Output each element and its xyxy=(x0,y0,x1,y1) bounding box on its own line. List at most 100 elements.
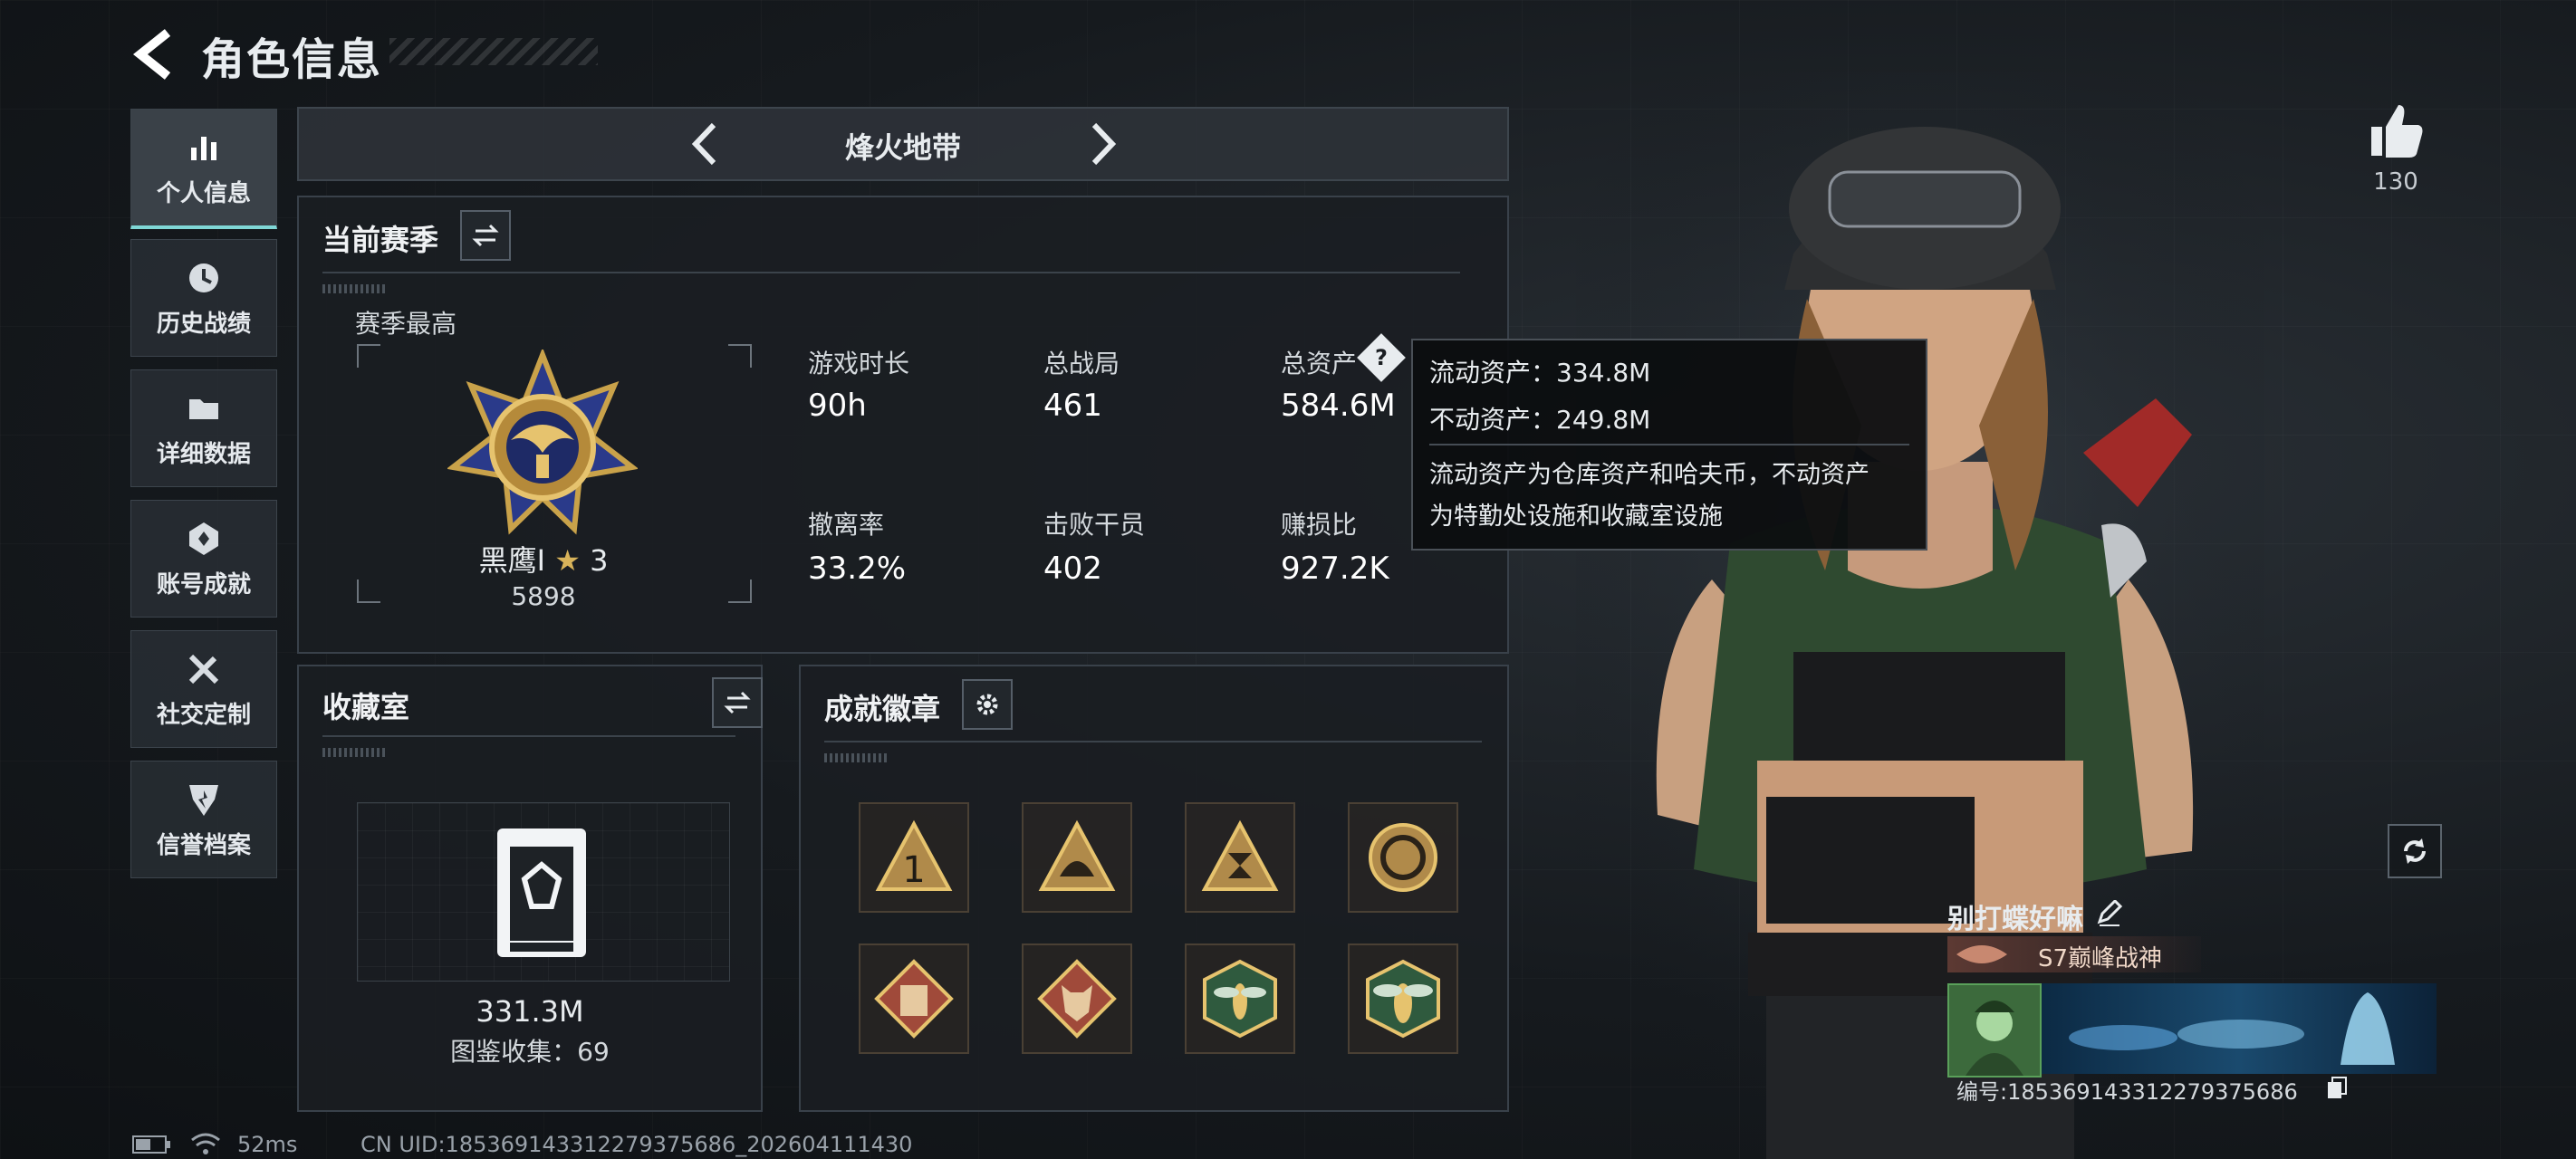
stat-value-operators-defeated: 402 xyxy=(1043,551,1102,587)
gear-icon xyxy=(976,694,998,715)
sidebar-item-personal-info[interactable]: 个人信息 xyxy=(130,109,277,229)
sidebar-item-history[interactable]: 历史战绩 xyxy=(130,239,277,357)
stat-value-profit-ratio: 927.2K xyxy=(1281,551,1389,587)
page-title: 角色信息 xyxy=(201,34,383,85)
stat-value-playtime: 90h xyxy=(808,388,867,424)
ring-badge[interactable] xyxy=(1348,802,1458,913)
sidebar-item-reputation[interactable]: 信誉档案 xyxy=(130,761,277,878)
hourglass-badge[interactable] xyxy=(1185,802,1295,913)
copy-icon[interactable] xyxy=(2326,1076,2348,1099)
stat-label-playtime: 游戏时长 xyxy=(808,349,910,378)
banner-card[interactable] xyxy=(2042,983,2437,1074)
stat-label-total-assets: 总资产 xyxy=(1281,349,1358,378)
hourglass-badge-icon xyxy=(1201,819,1279,891)
sidebar-item-label: 详细数据 xyxy=(156,440,251,468)
badges-title: 成就徽章 xyxy=(824,692,941,726)
player-name: 别打蝶好嘛 xyxy=(1947,904,2083,935)
battery-icon xyxy=(132,1135,170,1154)
sidebar-item-label: 账号成就 xyxy=(156,570,251,599)
banner-art xyxy=(2069,992,2395,1065)
switch-season-button[interactable] xyxy=(460,210,511,261)
catalog-count: 图鉴收集：69 xyxy=(450,1037,610,1067)
rank-row: 黑鹰I ★ 3 xyxy=(389,538,697,580)
rank-one-badge[interactable]: 1 xyxy=(859,802,969,913)
sidebar-item-label: 信誉档案 xyxy=(156,831,251,859)
tooltip-desc-line2: 为特勤处设施和收藏室设施 xyxy=(1429,503,1723,531)
achievement-icon xyxy=(189,522,218,555)
rank-name: 黑鹰I xyxy=(478,543,546,578)
clock-icon xyxy=(189,263,218,292)
frame-corner xyxy=(357,344,380,368)
player-id: 编号:185369143312279375686 xyxy=(1956,1079,2298,1105)
title-badge-text: S7巅峰战神 xyxy=(2038,945,2163,972)
stat-value-total-matches: 461 xyxy=(1043,388,1102,424)
like-count: 130 xyxy=(2373,168,2418,196)
mode-selector: 烽火地带 xyxy=(297,107,1509,181)
assets-tooltip: 流动资产：334.8M 不动资产：249.8M 流动资产为仓库资产和哈夫币，不动… xyxy=(1411,339,1927,551)
shield-icon xyxy=(189,784,218,816)
tooltip-divider xyxy=(1429,444,1909,445)
hornet-badge-icon xyxy=(1366,959,1440,1039)
rank-emblem-icon xyxy=(447,350,638,535)
wasp-badge-icon xyxy=(1203,959,1277,1039)
back-arrow-icon[interactable] xyxy=(131,27,177,81)
frame-corner xyxy=(357,580,380,603)
tools-icon xyxy=(188,654,219,684)
collection-value: 331.3M xyxy=(476,994,584,1029)
badge-settings-button[interactable] xyxy=(962,679,1013,730)
sidebar-item-label: 社交定制 xyxy=(156,701,251,729)
title-decoration xyxy=(389,38,598,65)
tooltip-liquid-assets: 流动资产：334.8M xyxy=(1429,358,1651,388)
collection-title: 收藏室 xyxy=(322,690,410,724)
hornet-badge[interactable] xyxy=(1348,943,1458,1054)
wifi-icon xyxy=(191,1133,220,1154)
rotate-model-button[interactable] xyxy=(2388,824,2442,878)
tooltip-desc-line1: 流动资产为仓库资产和哈夫币，不动资产 xyxy=(1429,461,1870,489)
sidebar-item-social-custom[interactable]: 社交定制 xyxy=(130,630,277,748)
stat-value-extraction-rate: 33.2% xyxy=(808,551,907,587)
bar-chart-icon xyxy=(191,136,216,160)
decor-dots xyxy=(824,753,888,762)
collection-panel: 收藏室 331.3M 图鉴收集：69 xyxy=(297,665,763,1112)
stat-label-profit-ratio: 赚损比 xyxy=(1281,510,1358,540)
wasp-badge[interactable] xyxy=(1185,943,1295,1054)
refresh-icon xyxy=(2404,838,2426,864)
wolf-badge-icon xyxy=(1037,959,1117,1039)
decor-dots xyxy=(322,748,386,757)
next-mode-arrow-icon[interactable] xyxy=(1080,120,1125,168)
collection-preview[interactable] xyxy=(357,802,730,982)
vault-icon xyxy=(497,829,586,957)
ping: 52ms xyxy=(237,1132,298,1157)
stat-label-operators-defeated: 击败干员 xyxy=(1043,510,1146,540)
uid-text: CN UID:185369143312279375686_20260411143… xyxy=(360,1132,913,1157)
help-icon: ? xyxy=(1375,344,1388,370)
badges-panel: 成就徽章 1 xyxy=(799,665,1509,1112)
helmet-badge[interactable] xyxy=(1022,802,1132,913)
armor-badge[interactable] xyxy=(859,943,969,1054)
season-best-label: 赛季最高 xyxy=(355,309,457,339)
title-badge-icon xyxy=(1956,945,2007,963)
edit-icon[interactable] xyxy=(2096,900,2123,927)
sidebar-item-detail-data[interactable]: 详细数据 xyxy=(130,369,277,487)
wolf-badge[interactable] xyxy=(1022,943,1132,1054)
avatar-portrait-icon xyxy=(1966,1001,2023,1076)
armor-badge-icon xyxy=(874,959,954,1039)
avatar[interactable] xyxy=(1947,983,2042,1078)
season-divider xyxy=(322,272,1460,273)
frame-corner xyxy=(728,580,752,603)
star-icon: ★ xyxy=(554,543,581,578)
swap-icon xyxy=(724,691,751,714)
sidebar-item-label: 个人信息 xyxy=(156,179,251,207)
switch-collection-button[interactable] xyxy=(712,677,763,728)
thumbs-up-icon[interactable] xyxy=(2366,100,2427,161)
stat-value-total-assets: 584.6M xyxy=(1281,388,1396,424)
svg-text:1: 1 xyxy=(902,849,925,891)
sidebar-item-label: 历史战绩 xyxy=(156,310,251,338)
helmet-badge-icon xyxy=(1038,819,1116,891)
collection-divider xyxy=(322,735,735,737)
player-card: 别打蝶好嘛 S7巅峰战神 编号:185369143312279375686 xyxy=(1947,896,2437,1105)
help-button[interactable]: ? xyxy=(1357,333,1406,382)
decor-dots xyxy=(322,284,386,293)
sidebar-item-account-achievements[interactable]: 账号成就 xyxy=(130,500,277,618)
season-panel: 当前赛季 赛季最高 黑鹰I ★ 3 5898 游戏时长 90h 总战局 461 … xyxy=(297,196,1509,654)
